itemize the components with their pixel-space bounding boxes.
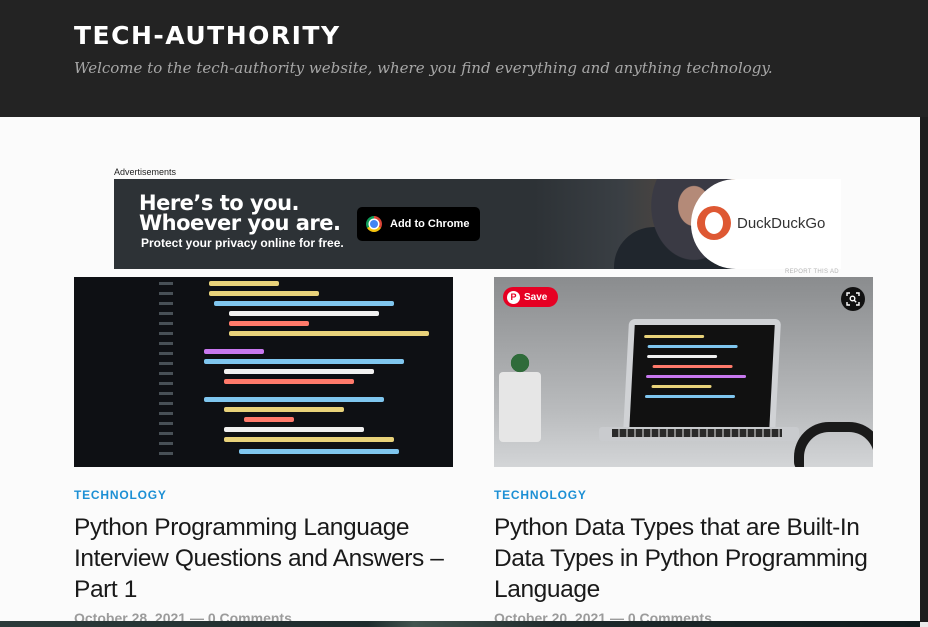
code-line xyxy=(647,345,738,348)
code-line xyxy=(224,407,344,412)
post-thumbnail-code[interactable] xyxy=(74,277,453,467)
code-line xyxy=(229,321,309,326)
duckduckgo-logo-icon xyxy=(697,206,731,240)
pinterest-icon: P xyxy=(507,290,520,304)
code-line xyxy=(229,331,429,336)
site-header: TECH-AUTHORITY Welcome to the tech-autho… xyxy=(0,0,928,117)
code-line xyxy=(214,301,394,306)
code-line-numbers xyxy=(159,282,173,462)
laptop-keyboard xyxy=(612,429,782,437)
scrollbar-thumb[interactable] xyxy=(920,117,928,622)
post-category-link[interactable]: TECHNOLOGY xyxy=(74,488,167,502)
post-title-link[interactable]: Python Data Types that are Built-In Data… xyxy=(494,512,874,605)
site-title[interactable]: TECH-AUTHORITY xyxy=(74,20,341,52)
code-line xyxy=(644,395,736,398)
visual-search-icon xyxy=(846,292,860,306)
code-line xyxy=(224,369,374,374)
code-line xyxy=(224,427,364,432)
code-line xyxy=(647,355,718,358)
code-line xyxy=(652,365,733,368)
code-line xyxy=(204,359,404,364)
code-line xyxy=(651,385,712,388)
ad-banner[interactable]: Here’s to you. Whoever you are. Protect … xyxy=(114,179,841,269)
plant-image xyxy=(499,348,541,442)
code-line xyxy=(204,349,264,354)
laptop-screen xyxy=(622,319,782,436)
advertisements-label: Advertisements xyxy=(114,167,177,177)
code-line xyxy=(239,449,399,454)
code-line xyxy=(645,375,747,378)
ad-subline: Protect your privacy online for free. xyxy=(141,236,344,250)
code-line xyxy=(229,311,379,316)
code-line xyxy=(644,335,705,338)
code-line xyxy=(209,291,319,296)
bottom-banner-edge xyxy=(0,621,920,627)
code-line xyxy=(244,417,294,422)
chrome-icon xyxy=(366,216,382,232)
duckduckgo-brand: DuckDuckGo xyxy=(737,215,826,232)
save-label: Save xyxy=(524,291,548,303)
add-to-chrome-button[interactable]: Add to Chrome xyxy=(357,207,480,241)
post-category-link[interactable]: TECHNOLOGY xyxy=(494,488,587,502)
ad-headline-1: Here’s to you. xyxy=(139,191,300,215)
code-line xyxy=(209,281,279,286)
add-to-chrome-label: Add to Chrome xyxy=(390,218,470,230)
post-title-link[interactable]: Python Programming Language Interview Qu… xyxy=(74,512,454,605)
pinterest-save-button[interactable]: P Save xyxy=(503,287,558,307)
code-line xyxy=(224,437,394,442)
headphones-image xyxy=(794,422,873,467)
ad-headline-2: Whoever you are. xyxy=(139,211,341,235)
report-ad-link[interactable]: REPORT THIS AD xyxy=(785,269,839,275)
code-line xyxy=(204,397,384,402)
code-line xyxy=(224,379,354,384)
visual-search-button[interactable] xyxy=(841,287,865,311)
site-description: Welcome to the tech-authority website, w… xyxy=(74,59,773,77)
